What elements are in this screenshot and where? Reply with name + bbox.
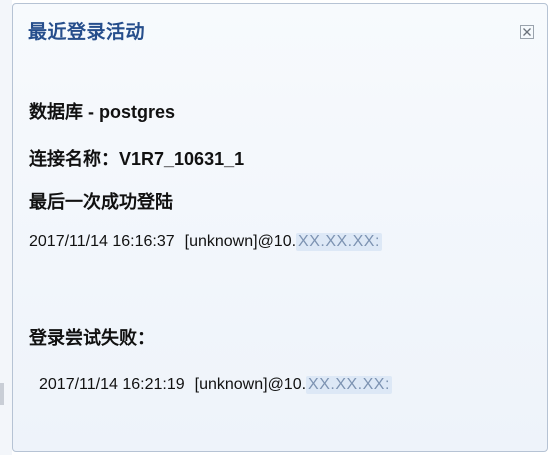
- last-success-user-host: [unknown]@10.: [184, 233, 297, 250]
- failed-attempts-heading: 登录尝试失败：: [29, 328, 155, 348]
- failed-attempt-entry: 2017/11/14 16:21:19 [unknown]@10. XX.XX.XX…: [39, 376, 392, 394]
- recent-login-activity-panel: 最近登录活动 数据库 - postgres 连接名称：V1R7_10631_1 …: [12, 3, 548, 452]
- connection-name-label: 连接名称：V1R7_10631_1: [29, 149, 245, 169]
- last-success-host-masked: XX.XX.XX:: [296, 233, 382, 251]
- background-window-edge: [0, 0, 12, 455]
- database-label: 数据库 - postgres: [29, 102, 176, 122]
- failed-attempt-host-masked: XX.XX.XX:: [306, 376, 392, 394]
- last-success-entry: 2017/11/14 16:16:37 [unknown]@10. XX.XX.XX…: [29, 233, 382, 251]
- last-success-heading: 最后一次成功登陆: [29, 192, 173, 212]
- failed-attempt-user-host: [unknown]@10.: [194, 376, 307, 393]
- last-success-timestamp: 2017/11/14 16:16:37: [29, 233, 175, 250]
- panel-content: 数据库 - postgres 连接名称：V1R7_10631_1 最后一次成功登…: [13, 4, 547, 451]
- background-window-mark: [0, 383, 4, 405]
- failed-attempt-timestamp: 2017/11/14 16:21:19: [39, 376, 185, 393]
